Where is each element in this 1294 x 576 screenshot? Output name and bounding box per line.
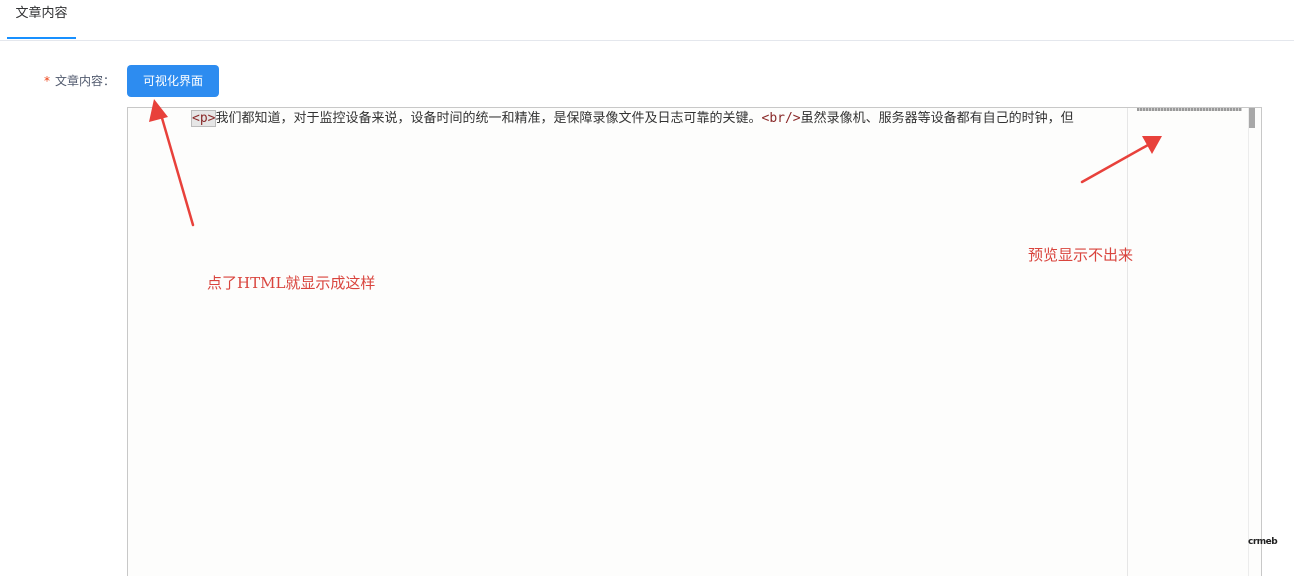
annotation-arrows: [149, 99, 1162, 227]
annotation-right-note: 预览显示不出来: [1028, 246, 1134, 264]
arrow-to-visual-button: [149, 99, 195, 227]
annotation-left-note: 点了HTML就显示成这样: [207, 274, 376, 292]
page: 文章内容 * 文章内容： 可视化界面 <p>我们都知道，对于监控设备来说，设备时…: [0, 0, 1294, 576]
arrow-to-minimap: [1080, 136, 1162, 184]
